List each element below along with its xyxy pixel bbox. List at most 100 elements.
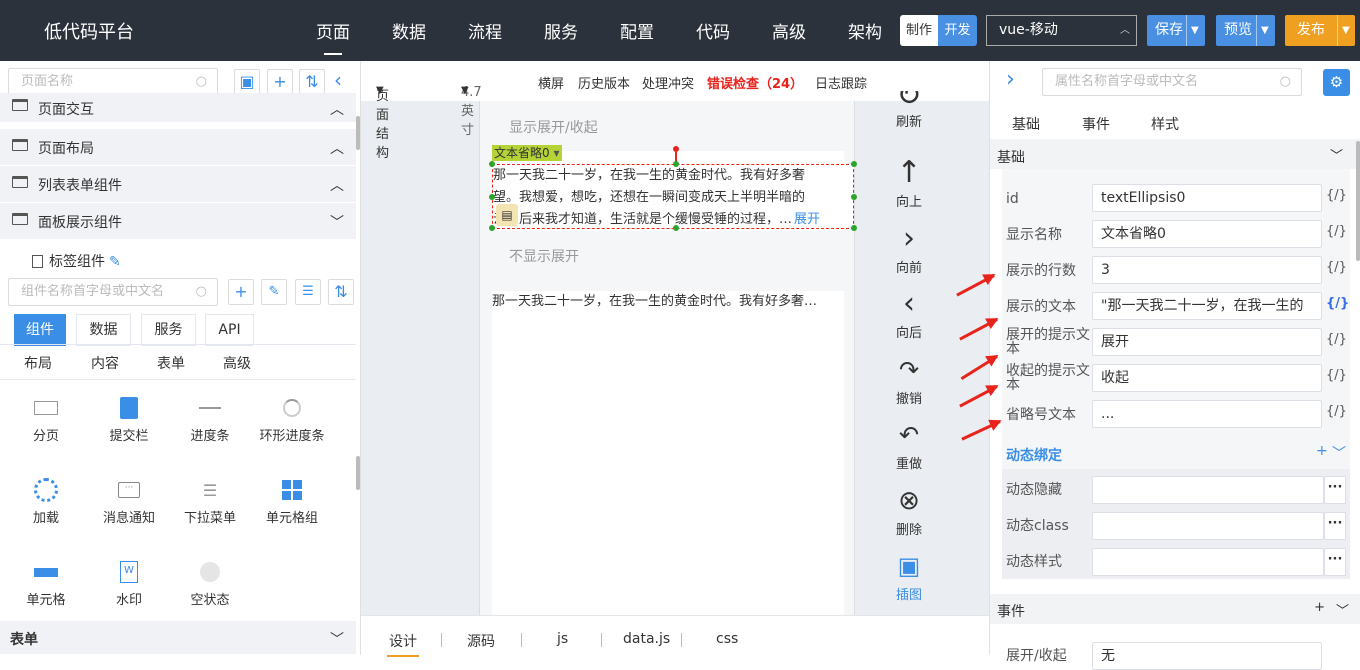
conflict-button[interactable]: 处理冲突 xyxy=(642,73,694,92)
wrench-icon[interactable]: ✎ xyxy=(261,279,287,305)
scrollbar[interactable] xyxy=(1356,141,1360,261)
prop-input-dynamic-hide[interactable] xyxy=(1092,476,1324,504)
more-icon[interactable]: ··· xyxy=(1324,476,1346,504)
subtab-form[interactable]: 表单 xyxy=(157,353,185,373)
prop-input-display-name[interactable]: 文本省略0 xyxy=(1092,220,1322,248)
tab-datajs[interactable]: data.js xyxy=(623,631,670,647)
prop-input-dynamic-class[interactable] xyxy=(1092,512,1324,540)
expression-icon[interactable]: {/} xyxy=(1326,260,1347,275)
component-progress[interactable]: 进度条 xyxy=(170,391,250,444)
group-list-form[interactable]: 列表表单组件 ︿ xyxy=(0,166,356,203)
resize-handle[interactable] xyxy=(489,161,495,167)
add-icon[interactable]: + xyxy=(228,279,254,305)
component-cell-group[interactable]: 单元格组 xyxy=(252,473,332,526)
resize-handle[interactable] xyxy=(851,161,857,167)
insert-image-tool[interactable]: ▣ 插图 xyxy=(879,548,939,603)
expression-icon[interactable]: {/} xyxy=(1326,332,1347,347)
resize-handle[interactable] xyxy=(851,225,857,231)
expression-icon[interactable]: {/} xyxy=(1326,368,1347,383)
component-pagination[interactable]: 分页 xyxy=(6,391,86,444)
nav-config[interactable]: 配置 xyxy=(620,18,654,43)
component-circle-progress[interactable]: 环形进度条 xyxy=(252,391,332,444)
publish-button[interactable]: 发布 ▼ xyxy=(1285,15,1355,46)
nav-data[interactable]: 数据 xyxy=(392,18,426,43)
log-button[interactable]: 日志跟踪 xyxy=(815,73,867,92)
component-search-input[interactable]: 组件名称首字母或中文名 ○ xyxy=(8,278,218,306)
up-tool[interactable]: ↑ 向上 xyxy=(879,155,939,210)
more-icon[interactable]: ··· xyxy=(1324,512,1346,540)
undo-tool[interactable]: ↷ 撤销 xyxy=(879,352,939,407)
expression-icon-active[interactable]: {/} xyxy=(1326,296,1349,311)
preview-button[interactable]: 预览 ▼ xyxy=(1216,15,1275,46)
prop-input-expand-text[interactable]: 展开 xyxy=(1092,328,1322,356)
nav-page[interactable]: 页面 xyxy=(316,18,350,55)
resize-handle[interactable] xyxy=(489,194,495,200)
landscape-button[interactable]: 横屏 xyxy=(538,73,564,92)
nav-code[interactable]: 代码 xyxy=(696,18,730,43)
component-notify[interactable]: ··· 消息通知 xyxy=(89,473,169,526)
tag-component-item[interactable]: 标签组件 ✎ xyxy=(32,251,121,271)
component-tag[interactable]: 文本省略0 ▾ xyxy=(492,145,562,161)
component-loading[interactable]: 加载 xyxy=(6,473,86,526)
chevron-down-icon[interactable]: ﹀ xyxy=(1332,443,1346,463)
component-submit-bar[interactable]: 提交栏 xyxy=(89,391,169,444)
expression-icon[interactable]: {/} xyxy=(1326,404,1347,419)
component-empty[interactable]: 空状态 xyxy=(170,555,250,608)
edit-icon[interactable]: ✎ xyxy=(109,254,121,270)
scrollbar[interactable] xyxy=(356,456,360,490)
save-button[interactable]: 保存 ▼ xyxy=(1147,15,1205,46)
text-ellipsis-selected[interactable]: 那一天我二十一岁，在我一生的黄金时代。我有好多奢 望。我想爱，想吃，还想在一瞬间… xyxy=(492,164,854,229)
nav-flow[interactable]: 流程 xyxy=(468,18,502,43)
prop-input-dynamic-style[interactable] xyxy=(1092,548,1324,576)
prop-input-id[interactable]: textEllipsis0 xyxy=(1092,184,1322,212)
expression-icon[interactable]: {/} xyxy=(1326,224,1347,239)
gear-icon[interactable]: ⚙ xyxy=(1323,69,1350,96)
forward-tool[interactable]: › 向前 xyxy=(879,221,939,276)
subtab-layout[interactable]: 布局 xyxy=(24,353,52,373)
mode-dev-toggle[interactable]: 开发 xyxy=(938,15,977,46)
more-icon[interactable]: ··· xyxy=(1324,548,1346,576)
component-watermark[interactable]: W 水印 xyxy=(89,555,169,608)
resize-handle[interactable] xyxy=(673,161,679,167)
delete-tool[interactable]: ⊗ 删除 xyxy=(879,483,939,538)
env-select[interactable]: vue-移动 ︿ xyxy=(986,15,1137,46)
section-basic-header[interactable]: 基础 ﹀ xyxy=(990,139,1360,169)
section-event-header[interactable]: 事件 + ﹀ xyxy=(990,594,1360,624)
subtab-content[interactable]: 内容 xyxy=(91,353,119,373)
tab-design[interactable]: 设计 xyxy=(387,631,419,657)
expand-link[interactable]: 展开 xyxy=(794,212,820,227)
resize-handle[interactable] xyxy=(489,225,495,231)
component-cell[interactable]: 单元格 xyxy=(6,555,86,608)
prop-input-ellipsis[interactable]: ... xyxy=(1092,400,1322,428)
sort-icon[interactable]: ⇅ xyxy=(299,69,325,95)
chevron-right-icon[interactable]: › xyxy=(1006,67,1015,92)
tab-data[interactable]: 数据 xyxy=(76,314,131,346)
nav-service[interactable]: 服务 xyxy=(544,18,578,43)
group-page-layout[interactable]: 页面布局 ︿ xyxy=(0,129,356,166)
resize-handle[interactable] xyxy=(851,194,857,200)
tab-event[interactable]: 事件 xyxy=(1082,114,1110,134)
expression-icon[interactable]: {/} xyxy=(1326,188,1347,203)
mode-make-toggle[interactable]: 制作 xyxy=(900,15,938,46)
text-ellipsis-single[interactable]: 那一天我二十一岁，在我一生的黄金时代。我有好多奢… xyxy=(492,291,844,313)
prop-input-collapse-text[interactable]: 收起 xyxy=(1092,364,1322,392)
nav-advanced[interactable]: 高级 xyxy=(772,18,806,43)
copy-icon[interactable]: ▤ xyxy=(496,204,518,226)
property-search-input[interactable]: 属性名称首字母或中文名 ○ xyxy=(1042,68,1302,96)
tab-services[interactable]: 服务 xyxy=(141,314,196,346)
sort-icon[interactable]: ⇅ xyxy=(328,279,354,305)
tab-css[interactable]: css xyxy=(716,631,738,647)
component-dropdown[interactable]: ☰ 下拉菜单 xyxy=(170,473,250,527)
collapse-left-icon[interactable]: ‹ xyxy=(334,69,342,91)
back-tool[interactable]: ‹ 向后 xyxy=(879,286,939,341)
scrollbar[interactable] xyxy=(356,116,360,150)
add-folder-icon[interactable]: ▣ xyxy=(234,69,260,95)
tab-api[interactable]: API xyxy=(205,314,254,346)
add-icon[interactable]: + xyxy=(1316,443,1328,459)
prop-input-rows[interactable]: 3 xyxy=(1092,256,1322,284)
tab-style[interactable]: 样式 xyxy=(1151,114,1179,134)
subtab-advanced[interactable]: 高级 xyxy=(223,353,251,373)
tab-source[interactable]: 源码 xyxy=(467,631,495,651)
prop-input-text[interactable]: "那一天我二十一岁，在我一生的 xyxy=(1092,292,1322,320)
group-panel-display[interactable]: 面板展示组件 ﹀ xyxy=(0,203,356,240)
